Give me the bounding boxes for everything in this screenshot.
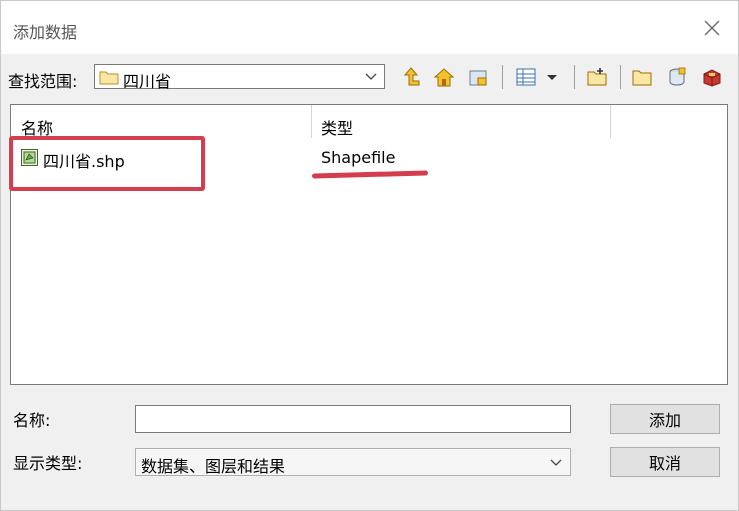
dialog-title: 添加数据	[13, 23, 78, 42]
column-divider[interactable]	[311, 105, 312, 138]
name-input[interactable]	[135, 405, 571, 433]
toolbar: 查找范围: 四川省	[1, 54, 738, 98]
up-one-level-icon[interactable]	[400, 66, 422, 88]
toolbox-icon[interactable]	[701, 66, 723, 88]
home-icon[interactable]	[433, 66, 455, 88]
database-icon[interactable]	[666, 66, 688, 88]
lookin-combo[interactable]: 四川省	[94, 64, 385, 91]
connect-folder-icon[interactable]	[467, 66, 489, 88]
folder-icon	[99, 71, 119, 85]
lookin-value: 四川省	[123, 72, 172, 91]
file-list-header: 名称 类型	[11, 105, 727, 138]
add-button[interactable]: 添加	[610, 404, 720, 434]
annotation-highlight-box	[9, 136, 205, 191]
dropdown-arrow-icon[interactable]	[545, 66, 559, 88]
new-folder-icon[interactable]	[586, 66, 608, 88]
toolbar-separator	[574, 65, 575, 89]
title-bar: 添加数据	[1, 1, 738, 54]
chevron-down-icon[interactable]	[550, 457, 562, 467]
name-label: 名称:	[13, 411, 51, 430]
toolbar-separator	[502, 65, 503, 89]
folder-icon[interactable]	[631, 66, 653, 88]
toolbar-separator	[620, 65, 621, 89]
lookin-label: 查找范围:	[8, 72, 78, 91]
show-type-value: 数据集、图层和结果	[141, 457, 286, 476]
cancel-button[interactable]: 取消	[610, 447, 720, 477]
add-data-dialog: 添加数据 查找范围: 四川省 名称 类型 四川省.shp Shapefile 名…	[0, 0, 739, 511]
column-divider[interactable]	[610, 105, 611, 138]
show-type-label: 显示类型:	[13, 454, 83, 473]
view-options-icon[interactable]	[515, 66, 537, 88]
close-icon[interactable]	[699, 15, 725, 41]
column-header-type[interactable]: 类型	[321, 115, 353, 139]
show-type-select[interactable]: 数据集、图层和结果	[135, 448, 571, 476]
chevron-down-icon[interactable]	[365, 71, 377, 81]
file-type: Shapefile	[321, 148, 396, 167]
